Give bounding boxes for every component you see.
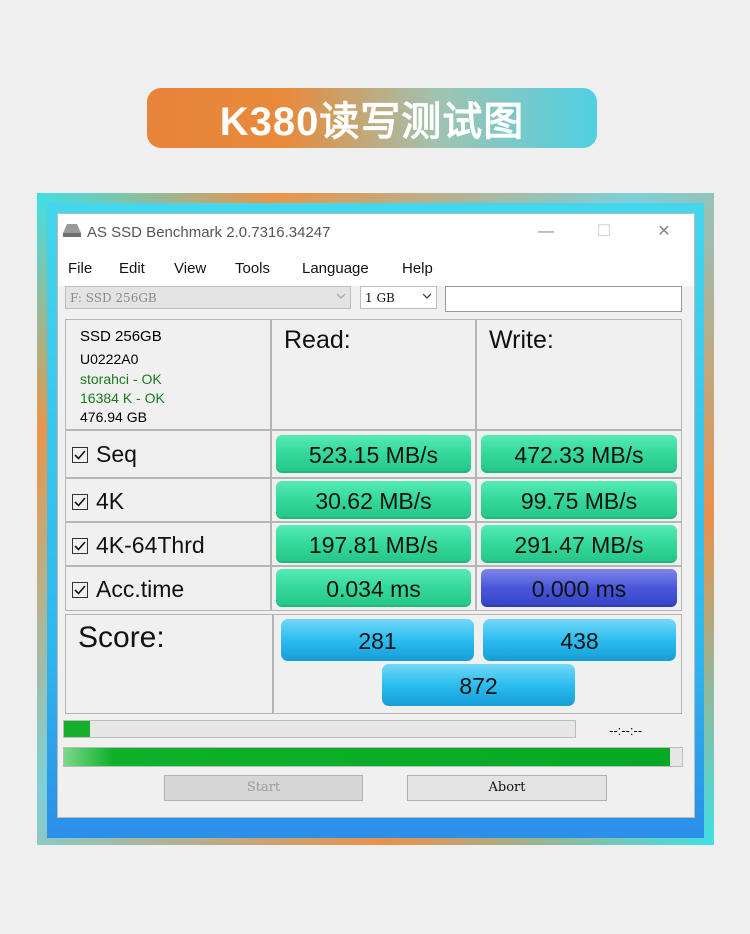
checkbox-checked-icon	[72, 447, 88, 463]
checkbox-checked-icon	[72, 538, 88, 554]
drive-model: SSD 256GB	[80, 328, 162, 345]
drive-select[interactable]: F: SSD 256GB	[65, 286, 351, 309]
seq-label: Seq	[96, 441, 137, 467]
close-button[interactable]: ✕	[644, 220, 684, 244]
overall-progress-fill	[64, 748, 670, 766]
test-row-4k-64thrd: 4K-64Thrd	[65, 522, 271, 566]
app-window: AS SSD Benchmark 2.0.7316.34247 — ☐ ✕ Fi…	[57, 213, 695, 818]
seq-write-result: 472.33 MB/s	[481, 435, 677, 473]
test-row-seq: Seq	[65, 430, 271, 478]
results-grid: SSD 256GB U0222A0 storahci - OK 16384 K …	[65, 319, 682, 714]
acc-time-write-result: 0.000 ms	[481, 569, 677, 607]
4k-64thrd-read-cell: 197.81 MB/s	[271, 522, 476, 566]
read-header: Read:	[284, 326, 351, 354]
4k-read-result: 30.62 MB/s	[276, 481, 471, 519]
acc-time-read-cell: 0.034 ms	[271, 566, 476, 611]
write-header: Write:	[489, 326, 554, 354]
acc-time-write-cell: 0.000 ms	[476, 566, 682, 611]
test-size-select[interactable]: 1 GB	[360, 286, 437, 309]
acc-time-label: Acc.time	[96, 576, 185, 602]
maximize-button[interactable]: ☐	[584, 220, 624, 244]
drive-select-value: F: SSD 256GB	[70, 291, 157, 305]
4k-64thrd-write-cell: 291.47 MB/s	[476, 522, 682, 566]
score-total: 872	[382, 664, 575, 706]
chevron-down-icon	[337, 293, 345, 299]
menu-language[interactable]: Language	[302, 260, 369, 277]
chevron-down-icon	[423, 293, 431, 299]
minimize-button[interactable]: —	[526, 220, 566, 244]
score-values-cell: 281 438 872	[273, 614, 682, 714]
start-button[interactable]: Start	[164, 775, 363, 801]
4k-read-cell: 30.62 MB/s	[271, 478, 476, 522]
seq-read-result: 523.15 MB/s	[276, 435, 471, 473]
menu-bar: File Edit View Tools Language Help	[58, 250, 694, 286]
acc-time-read-result: 0.034 ms	[276, 569, 471, 607]
score-label-cell: Score:	[65, 614, 273, 714]
score-read: 281	[281, 619, 474, 661]
driver-status: storahci - OK	[80, 371, 162, 387]
abort-button[interactable]: Abort	[407, 775, 607, 801]
score-label: Score:	[78, 621, 165, 654]
text-field[interactable]	[445, 286, 682, 312]
menu-edit[interactable]: Edit	[119, 260, 145, 277]
4k-64thrd-checkbox-label[interactable]: 4K-64Thrd	[72, 532, 205, 559]
current-progress-bar	[63, 720, 576, 738]
window-title: AS SSD Benchmark 2.0.7316.34247	[87, 224, 331, 241]
checkbox-checked-icon	[72, 582, 88, 598]
current-progress-fill	[64, 721, 90, 737]
menu-tools[interactable]: Tools	[235, 260, 270, 277]
menu-file[interactable]: File	[68, 260, 92, 277]
read-header-cell: Read:	[271, 319, 476, 430]
write-header-cell: Write:	[476, 319, 682, 430]
overall-progress-bar	[63, 747, 683, 767]
drive-firmware: U0222A0	[80, 351, 139, 367]
seq-checkbox-label[interactable]: Seq	[72, 441, 137, 468]
checkbox-checked-icon	[72, 494, 88, 510]
4k-64thrd-write-result: 291.47 MB/s	[481, 525, 677, 563]
drive-capacity: 476.94 GB	[80, 409, 147, 425]
title-bar: AS SSD Benchmark 2.0.7316.34247 — ☐ ✕	[58, 214, 694, 250]
4k-write-result: 99.75 MB/s	[481, 481, 677, 519]
seq-write-cell: 472.33 MB/s	[476, 430, 682, 478]
menu-view[interactable]: View	[174, 260, 206, 277]
4k-64thrd-label: 4K-64Thrd	[96, 532, 205, 558]
4k-64thrd-read-result: 197.81 MB/s	[276, 525, 471, 563]
score-write: 438	[483, 619, 676, 661]
alignment-status: 16384 K - OK	[80, 390, 165, 406]
drive-icon	[63, 224, 81, 237]
4k-write-cell: 99.75 MB/s	[476, 478, 682, 522]
test-row-acc-time: Acc.time	[65, 566, 271, 611]
elapsed-timer: --:--:--	[609, 723, 643, 738]
test-row-4k: 4K	[65, 478, 271, 522]
seq-read-cell: 523.15 MB/s	[271, 430, 476, 478]
banner-title: K380读写测试图	[147, 88, 597, 148]
test-size-value: 1 GB	[365, 291, 395, 305]
4k-label: 4K	[96, 488, 125, 514]
drive-info-panel: SSD 256GB U0222A0 storahci - OK 16384 K …	[65, 319, 271, 430]
4k-checkbox-label[interactable]: 4K	[72, 488, 124, 515]
acc-time-checkbox-label[interactable]: Acc.time	[72, 576, 184, 603]
menu-help[interactable]: Help	[402, 260, 433, 277]
